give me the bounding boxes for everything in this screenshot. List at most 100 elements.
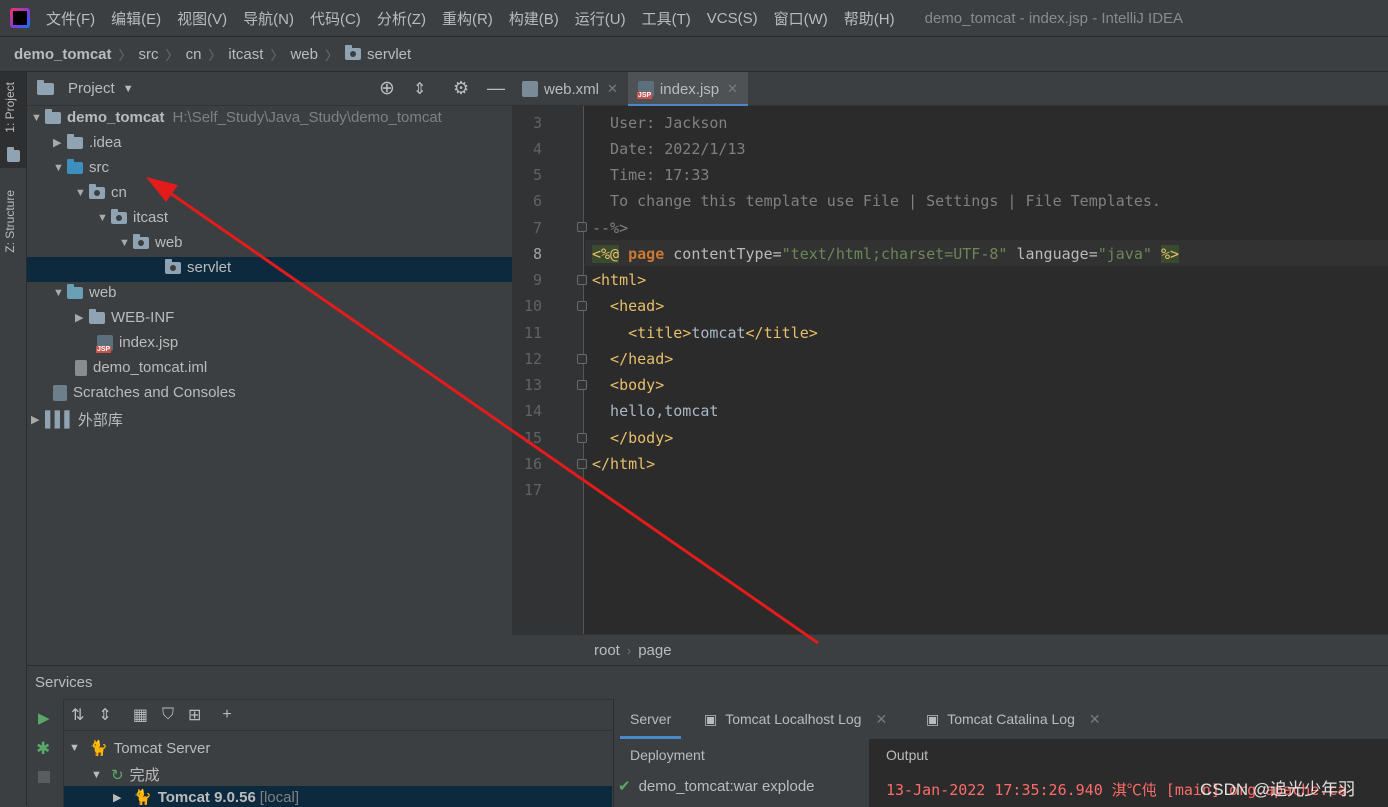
chevron-down-icon: ▼ [69,742,80,754]
chevron-right-icon: ▶ [75,312,84,324]
collapse-all-icon[interactable]: ⇕ [98,705,111,725]
project-view-title[interactable]: Project [68,80,115,97]
tree-item-web[interactable]: ▼ web [53,283,117,301]
service-suffix: [local] [259,788,299,806]
tree-item-web-inf[interactable]: ▶ WEB-INF [75,308,174,326]
service-tomcat-server[interactable]: ▼ 🐈 Tomcat Server [69,739,211,758]
service-label: 完成 [129,767,160,784]
tree-item-label: servlet [187,259,232,276]
editor-crumb-root[interactable]: root [594,642,620,659]
fold-marker-icon[interactable] [577,275,587,285]
tab-tomcat-localhost-log[interactable]: ▣ Tomcat Localhost Log ✕ [704,699,887,739]
tree-item-itcast[interactable]: ▼ itcast [97,208,168,226]
menu-view[interactable]: 视图(V) [169,8,235,29]
code-editor[interactable]: 3 4 5 6 7 8 9 10 11 12 13 14 15 16 17 Us… [512,106,1388,634]
line-number: 16 [523,455,542,473]
menu-file[interactable]: 文件(F) [38,8,103,29]
project-panel-header: Project ▼ ⊕ ⇕ ⚙ — [27,72,512,106]
run-icon[interactable]: ▶ [38,709,50,727]
add-icon[interactable]: + [222,706,231,724]
tab-web-xml[interactable]: web.xml ✕ [512,72,628,106]
new-tab-icon[interactable]: ⊞ [188,705,201,725]
structure-tool-tab[interactable]: Z: Structure [3,190,23,253]
locate-icon[interactable]: ⊕ [379,77,395,100]
breadcrumb-item-project[interactable]: demo_tomcat [14,46,112,63]
fold-marker-icon[interactable] [577,380,587,390]
menu-run[interactable]: 运行(U) [567,8,634,29]
tab-label: Tomcat Localhost Log [725,711,862,727]
tree-item-external-libraries[interactable]: ▶ ▌▌▌ 外部库 [31,409,123,430]
breadcrumb-item-servlet[interactable]: servlet [367,46,411,63]
deployment-panel: Deployment ✔ demo_tomcat:war explode [614,739,870,807]
breadcrumb-item-web[interactable]: web [290,46,318,63]
debug-icon[interactable]: ✱ [36,739,50,759]
fold-marker-icon[interactable] [577,354,587,364]
fold-marker-icon[interactable] [577,459,587,469]
code-line: Date: 2022/1/13 [592,140,746,158]
menu-help[interactable]: 帮助(H) [836,8,903,29]
tree-selection-highlight [27,257,512,282]
line-number: 9 [532,271,542,289]
service-group-finished[interactable]: ▼ ↻ 完成 [91,764,160,785]
code-line: </body> [592,429,674,447]
menu-edit[interactable]: 编辑(E) [103,8,169,29]
close-icon[interactable]: ✕ [607,81,618,97]
chevron-right-icon: 〉 [165,47,179,63]
chevron-right-icon: 〉 [118,47,132,63]
gear-icon[interactable]: ⚙ [453,78,469,99]
output-panel[interactable]: Output 13-Jan-2022 17:35:26.940 淇℃伅 [mai… [870,739,1388,807]
tree-item-root[interactable]: ▼ demo_tomcat H:\Self_Study\Java_Study\dem… [31,108,442,126]
stop-icon[interactable] [38,771,50,783]
code-line: <title>tomcat</title> [592,324,818,342]
tree-item-iml[interactable]: demo_tomcat.iml [75,359,207,376]
tree-item-web-package[interactable]: ▼ web [119,233,183,251]
directive-attr: contentType= [673,245,782,263]
close-icon[interactable]: ✕ [875,711,887,728]
group-by-icon[interactable]: ▦ [133,705,148,725]
chevron-down-icon: ▼ [53,286,64,299]
fold-marker-icon[interactable] [577,222,587,232]
menu-navigate[interactable]: 导航(N) [235,8,302,29]
tree-item-idea[interactable]: ▶ .idea [53,133,122,151]
deployment-item[interactable]: ✔ demo_tomcat:war explode [618,777,815,796]
tree-item-index-jsp[interactable]: index.jsp [96,334,178,353]
menu-tools[interactable]: 工具(T) [634,8,699,29]
editor-crumb-page[interactable]: page [638,642,671,659]
chevron-down-icon[interactable]: ▼ [123,83,134,95]
menu-window[interactable]: 窗口(W) [766,8,836,29]
collapse-all-icon[interactable]: ⇕ [413,79,426,99]
filter-icon[interactable]: ⛉ [162,706,174,724]
menu-refactor[interactable]: 重构(R) [434,8,501,29]
fold-marker-icon[interactable] [577,301,587,311]
minimize-icon[interactable]: — [487,78,505,99]
tree-item-scratches[interactable]: Scratches and Consoles [53,384,236,401]
tree-item-servlet[interactable]: servlet [165,258,232,276]
tab-tomcat-catalina-log[interactable]: ▣ Tomcat Catalina Log ✕ [926,699,1101,739]
fold-marker-icon[interactable] [577,433,587,443]
breadcrumb-item-cn[interactable]: cn [186,46,202,63]
expand-all-icon[interactable]: ⇅ [71,705,84,725]
menu-code[interactable]: 代码(C) [302,8,369,29]
app-logo [10,8,30,28]
folder-icon [67,133,83,149]
tab-server[interactable]: Server [619,699,682,739]
menu-analyze[interactable]: 分析(Z) [369,8,434,29]
breadcrumb-item-itcast[interactable]: itcast [228,46,263,63]
tree-item-cn[interactable]: ▼ cn [75,183,127,201]
tree-item-src[interactable]: ▼ src [53,158,109,176]
close-icon[interactable]: ✕ [727,81,738,97]
close-icon[interactable]: ✕ [1089,711,1101,728]
menu-build[interactable]: 构建(B) [501,8,567,29]
service-label: Tomcat Server [113,739,211,757]
line-number: 10 [523,297,542,315]
line-number: 17 [523,481,542,499]
project-tool-tab[interactable]: 1: Project [3,82,23,133]
service-tomcat-instance[interactable]: ▶ 🐈 Tomcat 9.0.56 [local] [113,788,299,807]
breadcrumb-item-src[interactable]: src [139,46,159,63]
tab-index-jsp[interactable]: index.jsp ✕ [627,72,749,107]
line-number: 6 [532,192,542,210]
menu-vcs[interactable]: VCS(S) [699,10,766,27]
service-label: Tomcat 9.0.56 [157,788,256,806]
folder-icon [89,308,105,324]
tree-item-label: src [89,159,109,176]
